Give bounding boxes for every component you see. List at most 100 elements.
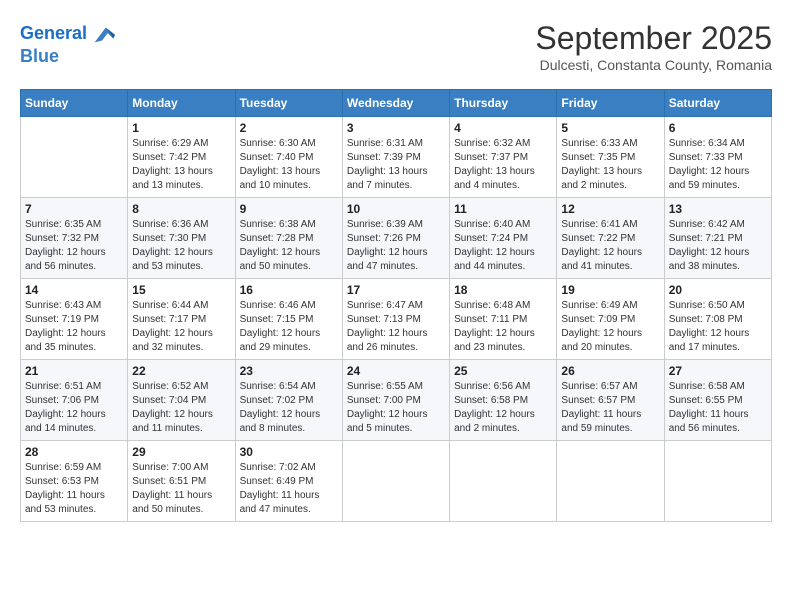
day-info: Sunrise: 6:38 AM Sunset: 7:28 PM Dayligh… (240, 218, 338, 274)
day-number: 6 (669, 121, 767, 135)
weekday-header-saturday: Saturday (664, 90, 771, 117)
day-number: 4 (454, 121, 552, 135)
day-info: Sunrise: 6:46 AM Sunset: 7:15 PM Dayligh… (240, 299, 338, 355)
day-info: Sunrise: 6:31 AM Sunset: 7:39 PM Dayligh… (347, 137, 445, 193)
day-info: Sunrise: 6:54 AM Sunset: 7:02 PM Dayligh… (240, 380, 338, 436)
logo: General Blue (20, 20, 117, 67)
page-header: General Blue September 2025 Dulcesti, Co… (20, 20, 772, 73)
day-info: Sunrise: 6:49 AM Sunset: 7:09 PM Dayligh… (561, 299, 659, 355)
calendar-cell: 18 Sunrise: 6:48 AM Sunset: 7:11 PM Dayli… (450, 279, 557, 360)
day-info: Sunrise: 6:56 AM Sunset: 6:58 PM Dayligh… (454, 380, 552, 436)
weekday-header-sunday: Sunday (21, 90, 128, 117)
day-info: Sunrise: 6:43 AM Sunset: 7:19 PM Dayligh… (25, 299, 123, 355)
calendar-cell: 12 Sunrise: 6:41 AM Sunset: 7:22 PM Dayli… (557, 198, 664, 279)
day-info: Sunrise: 6:58 AM Sunset: 6:55 PM Dayligh… (669, 380, 767, 436)
calendar-cell: 9 Sunrise: 6:38 AM Sunset: 7:28 PM Daylig… (235, 198, 342, 279)
day-info: Sunrise: 6:36 AM Sunset: 7:30 PM Dayligh… (132, 218, 230, 274)
calendar-week-2: 7 Sunrise: 6:35 AM Sunset: 7:32 PM Daylig… (21, 198, 772, 279)
calendar-cell: 27 Sunrise: 6:58 AM Sunset: 6:55 PM Dayli… (664, 360, 771, 441)
day-info: Sunrise: 6:33 AM Sunset: 7:35 PM Dayligh… (561, 137, 659, 193)
day-number: 12 (561, 202, 659, 216)
calendar-cell: 1 Sunrise: 6:29 AM Sunset: 7:42 PM Daylig… (128, 117, 235, 198)
day-number: 24 (347, 364, 445, 378)
day-number: 19 (561, 283, 659, 297)
calendar-week-3: 14 Sunrise: 6:43 AM Sunset: 7:19 PM Dayli… (21, 279, 772, 360)
day-number: 20 (669, 283, 767, 297)
calendar-cell: 26 Sunrise: 6:57 AM Sunset: 6:57 PM Dayli… (557, 360, 664, 441)
calendar-cell: 8 Sunrise: 6:36 AM Sunset: 7:30 PM Daylig… (128, 198, 235, 279)
calendar-cell: 11Sunrise: 6:40 AM Sunset: 7:24 PM Dayli… (450, 198, 557, 279)
day-info: Sunrise: 6:34 AM Sunset: 7:33 PM Dayligh… (669, 137, 767, 193)
day-number: 25 (454, 364, 552, 378)
day-info: Sunrise: 6:41 AM Sunset: 7:22 PM Dayligh… (561, 218, 659, 274)
day-info: Sunrise: 6:51 AM Sunset: 7:06 PM Dayligh… (25, 380, 123, 436)
day-number: 22 (132, 364, 230, 378)
weekday-header-thursday: Thursday (450, 90, 557, 117)
day-number: 13 (669, 202, 767, 216)
month-title: September 2025 (535, 20, 772, 57)
calendar-cell: 5 Sunrise: 6:33 AM Sunset: 7:35 PM Daylig… (557, 117, 664, 198)
day-number: 5 (561, 121, 659, 135)
day-info: Sunrise: 6:29 AM Sunset: 7:42 PM Dayligh… (132, 137, 230, 193)
day-number: 2 (240, 121, 338, 135)
day-number: 26 (561, 364, 659, 378)
day-info: Sunrise: 6:48 AM Sunset: 7:11 PM Dayligh… (454, 299, 552, 355)
weekday-header-friday: Friday (557, 90, 664, 117)
calendar-header-row: SundayMondayTuesdayWednesdayThursdayFrid… (21, 90, 772, 117)
day-number: 3 (347, 121, 445, 135)
day-info: Sunrise: 7:02 AM Sunset: 6:49 PM Dayligh… (240, 461, 338, 517)
calendar-cell: 24 Sunrise: 6:55 AM Sunset: 7:00 PM Dayli… (342, 360, 449, 441)
day-number: 18 (454, 283, 552, 297)
day-info: Sunrise: 6:44 AM Sunset: 7:17 PM Dayligh… (132, 299, 230, 355)
calendar-cell (557, 441, 664, 522)
calendar-cell: 25 Sunrise: 6:56 AM Sunset: 6:58 PM Dayli… (450, 360, 557, 441)
calendar-cell (450, 441, 557, 522)
day-number: 15 (132, 283, 230, 297)
day-info: Sunrise: 6:42 AM Sunset: 7:21 PM Dayligh… (669, 218, 767, 274)
day-info: Sunrise: 6:35 AM Sunset: 7:32 PM Dayligh… (25, 218, 123, 274)
calendar-cell: 16 Sunrise: 6:46 AM Sunset: 7:15 PM Dayli… (235, 279, 342, 360)
day-number: 1 (132, 121, 230, 135)
logo-blue: Blue (20, 46, 117, 67)
weekday-header-monday: Monday (128, 90, 235, 117)
day-number: 10 (347, 202, 445, 216)
day-info: Sunrise: 6:32 AM Sunset: 7:37 PM Dayligh… (454, 137, 552, 193)
day-number: 16 (240, 283, 338, 297)
title-block: September 2025 Dulcesti, Constanta Count… (535, 20, 772, 73)
calendar-cell: 2 Sunrise: 6:30 AM Sunset: 7:40 PM Daylig… (235, 117, 342, 198)
calendar-cell: 29 Sunrise: 7:00 AM Sunset: 6:51 PM Dayli… (128, 441, 235, 522)
day-number: 29 (132, 445, 230, 459)
day-info: Sunrise: 6:59 AM Sunset: 6:53 PM Dayligh… (25, 461, 123, 517)
calendar-cell (664, 441, 771, 522)
day-number: 21 (25, 364, 123, 378)
calendar-cell: 30 Sunrise: 7:02 AM Sunset: 6:49 PM Dayli… (235, 441, 342, 522)
day-info: Sunrise: 6:57 AM Sunset: 6:57 PM Dayligh… (561, 380, 659, 436)
calendar-cell: 13 Sunrise: 6:42 AM Sunset: 7:21 PM Dayli… (664, 198, 771, 279)
calendar-cell: 10 Sunrise: 6:39 AM Sunset: 7:26 PM Dayli… (342, 198, 449, 279)
day-number: 17 (347, 283, 445, 297)
day-number: 30 (240, 445, 338, 459)
logo-icon (89, 20, 117, 48)
day-number: 9 (240, 202, 338, 216)
calendar-cell: 21 Sunrise: 6:51 AM Sunset: 7:06 PM Dayli… (21, 360, 128, 441)
day-number: 7 (25, 202, 123, 216)
day-info: Sunrise: 6:39 AM Sunset: 7:26 PM Dayligh… (347, 218, 445, 274)
calendar-week-4: 21 Sunrise: 6:51 AM Sunset: 7:06 PM Dayli… (21, 360, 772, 441)
day-number: 8 (132, 202, 230, 216)
calendar-cell: 22 Sunrise: 6:52 AM Sunset: 7:04 PM Dayli… (128, 360, 235, 441)
calendar-cell: 15 Sunrise: 6:44 AM Sunset: 7:17 PM Dayli… (128, 279, 235, 360)
day-info: Sunrise: 6:47 AM Sunset: 7:13 PM Dayligh… (347, 299, 445, 355)
calendar-cell: 23Sunrise: 6:54 AM Sunset: 7:02 PM Dayli… (235, 360, 342, 441)
calendar-cell: 19 Sunrise: 6:49 AM Sunset: 7:09 PM Dayli… (557, 279, 664, 360)
day-number: 28 (25, 445, 123, 459)
logo-text: General (20, 24, 87, 44)
day-info: Sunrise: 6:30 AM Sunset: 7:40 PM Dayligh… (240, 137, 338, 193)
day-info: Sunrise: 6:55 AM Sunset: 7:00 PM Dayligh… (347, 380, 445, 436)
day-info: Sunrise: 7:00 AM Sunset: 6:51 PM Dayligh… (132, 461, 230, 517)
calendar-cell: 28 Sunrise: 6:59 AM Sunset: 6:53 PM Dayli… (21, 441, 128, 522)
calendar-cell (21, 117, 128, 198)
day-info: Sunrise: 6:52 AM Sunset: 7:04 PM Dayligh… (132, 380, 230, 436)
weekday-header-tuesday: Tuesday (235, 90, 342, 117)
day-number: 14 (25, 283, 123, 297)
day-number: 27 (669, 364, 767, 378)
